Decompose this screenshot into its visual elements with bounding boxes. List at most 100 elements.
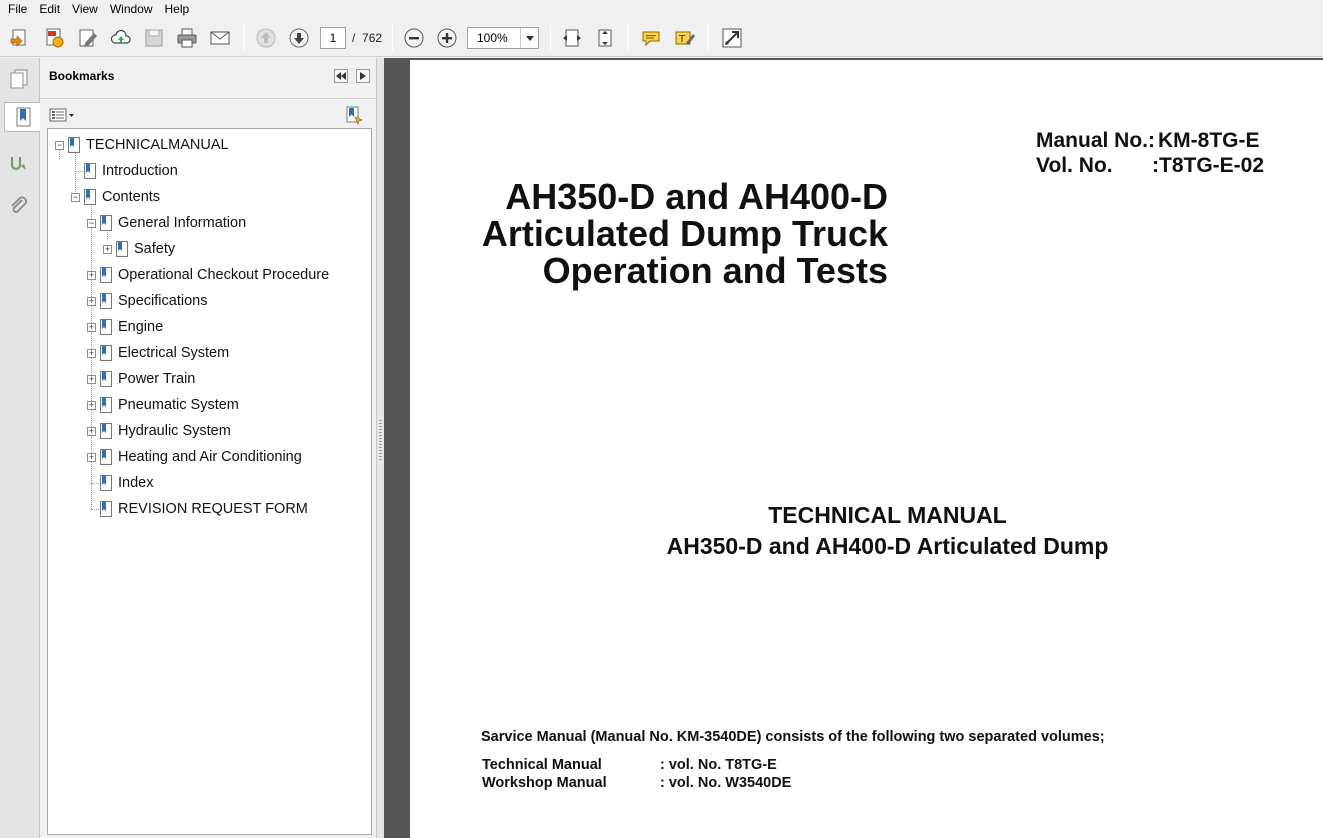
expand-panel-icon[interactable] xyxy=(356,69,370,83)
collapse-toggle[interactable]: − xyxy=(55,140,64,150)
new-bookmark-icon[interactable] xyxy=(344,105,364,125)
bookmark-label: Safety xyxy=(134,241,176,257)
edit-pdf-icon[interactable] xyxy=(74,24,102,52)
zoom-select[interactable]: 100% xyxy=(467,27,539,49)
bookmark-label: Electrical System xyxy=(118,345,230,361)
bookmark-label: Power Train xyxy=(118,371,196,387)
list-item[interactable]: + Electrical System xyxy=(87,342,229,364)
bookmark-icon xyxy=(100,371,112,387)
bookmark-icon xyxy=(100,345,112,361)
panel-splitter[interactable] xyxy=(376,58,384,838)
bookmark-icon xyxy=(116,241,128,257)
list-item[interactable]: + Pneumatic System xyxy=(87,394,239,416)
list-item[interactable]: − Contents xyxy=(71,186,160,208)
previous-page-icon[interactable] xyxy=(252,24,280,52)
attachments-icon[interactable] xyxy=(4,191,34,221)
expand-toggle[interactable]: + xyxy=(87,452,96,462)
toolbar-separator xyxy=(628,25,629,51)
bookmark-label: Hydraulic System xyxy=(118,423,231,439)
list-item[interactable]: Index xyxy=(87,472,153,494)
menu-bar: File Edit View Window Help xyxy=(0,0,1323,19)
volume-name: Technical Manual xyxy=(482,757,602,773)
pages-icon[interactable] xyxy=(4,64,34,94)
print-icon[interactable] xyxy=(173,24,201,52)
list-item[interactable]: + Hydraulic System xyxy=(87,420,231,442)
list-item[interactable]: REVISION REQUEST FORM xyxy=(87,498,308,520)
bookmark-icon xyxy=(100,267,112,283)
cloud-upload-icon[interactable] xyxy=(107,24,135,52)
list-item[interactable]: + Power Train xyxy=(87,368,195,390)
menu-help[interactable]: Help xyxy=(159,0,196,19)
bookmark-label: REVISION REQUEST FORM xyxy=(118,501,308,517)
manual-no-label: Manual No.: xyxy=(1036,129,1155,152)
expand-toggle[interactable]: + xyxy=(87,348,96,358)
collapse-toggle[interactable]: − xyxy=(71,192,80,202)
bookmark-label: Specifications xyxy=(118,293,208,309)
expand-toggle[interactable]: + xyxy=(87,426,96,436)
expand-toggle[interactable]: + xyxy=(87,374,96,384)
menu-edit[interactable]: Edit xyxy=(33,0,66,19)
list-item[interactable]: + Operational Checkout Procedure xyxy=(87,264,329,286)
list-item[interactable]: + Specifications xyxy=(87,290,207,312)
volume-name: Workshop Manual xyxy=(482,775,607,791)
email-icon[interactable] xyxy=(206,24,234,52)
collapse-panel-icon[interactable] xyxy=(334,69,348,83)
export-pdf-icon[interactable] xyxy=(40,24,68,52)
page-total: / 762 xyxy=(352,27,382,49)
highlight-text-icon[interactable]: T xyxy=(670,24,698,52)
panel-toolbar xyxy=(40,98,376,128)
menu-view[interactable]: View xyxy=(66,0,104,19)
splitter-grip[interactable] xyxy=(379,420,382,460)
fullscreen-icon[interactable] xyxy=(718,24,746,52)
subtitle-line: TECHNICAL MANUAL xyxy=(768,502,1007,528)
list-item[interactable]: + Engine xyxy=(87,316,163,338)
document-subtitle: TECHNICAL MANUAL AH350-D and AH400-D Art… xyxy=(570,500,1205,562)
expand-toggle[interactable]: + xyxy=(103,244,112,254)
panel-title: Bookmarks xyxy=(49,69,115,83)
create-pdf-icon[interactable] xyxy=(6,24,34,52)
bookmarks-icon[interactable] xyxy=(4,102,40,132)
comment-icon[interactable] xyxy=(637,24,665,52)
pdf-page: Manual No.: KM-8TG-E Vol. No. :T8TG-E-02… xyxy=(410,60,1323,838)
menu-window[interactable]: Window xyxy=(104,0,159,19)
bookmark-label: Introduction xyxy=(102,163,178,179)
expand-toggle[interactable]: + xyxy=(87,270,96,280)
expand-toggle[interactable]: + xyxy=(87,400,96,410)
bookmark-label: Heating and Air Conditioning xyxy=(118,449,302,465)
expand-toggle[interactable]: + xyxy=(87,322,96,332)
navigation-rail xyxy=(0,58,40,838)
chevron-down-icon[interactable] xyxy=(520,28,538,48)
menu-file[interactable]: File xyxy=(2,0,33,19)
volume-ref: : vol. No. T8TG-E xyxy=(660,757,777,773)
bookmark-label: Operational Checkout Procedure xyxy=(118,267,330,283)
signatures-icon[interactable] xyxy=(4,149,34,179)
list-item[interactable]: + Heating and Air Conditioning xyxy=(87,446,302,468)
bookmark-icon xyxy=(84,163,96,179)
options-menu-icon[interactable] xyxy=(49,107,75,123)
bookmark-icon xyxy=(100,215,112,231)
fit-page-icon[interactable] xyxy=(591,24,619,52)
next-page-icon[interactable] xyxy=(285,24,313,52)
bookmark-icon xyxy=(100,319,112,335)
svg-text:T: T xyxy=(678,34,686,45)
save-icon[interactable] xyxy=(140,24,168,52)
document-viewport[interactable]: Manual No.: KM-8TG-E Vol. No. :T8TG-E-02… xyxy=(384,58,1323,838)
vol-no-label: Vol. No. xyxy=(1036,154,1113,177)
list-item[interactable]: − TECHNICALMANUAL xyxy=(55,134,229,156)
fit-width-icon[interactable] xyxy=(558,24,586,52)
collapse-toggle[interactable]: − xyxy=(87,218,96,228)
vol-no-value: :T8TG-E-02 xyxy=(1152,154,1265,177)
zoom-out-icon[interactable] xyxy=(400,24,428,52)
title-line: AH350-D and AH400-D xyxy=(505,176,888,217)
bookmark-icon xyxy=(100,293,112,309)
service-note: Sarvice Manual (Manual No. KM-3540DE) co… xyxy=(481,729,1105,745)
zoom-in-icon[interactable] xyxy=(433,24,461,52)
expand-toggle[interactable]: + xyxy=(87,296,96,306)
toolbar-separator xyxy=(392,25,393,51)
list-item[interactable]: + Safety xyxy=(103,238,175,260)
title-line: Articulated Dump Truck xyxy=(481,213,888,254)
bookmark-icon xyxy=(100,449,112,465)
page-number-input[interactable]: 1 xyxy=(320,27,346,49)
list-item[interactable]: Introduction xyxy=(71,160,178,182)
list-item[interactable]: − General Information xyxy=(87,212,246,234)
